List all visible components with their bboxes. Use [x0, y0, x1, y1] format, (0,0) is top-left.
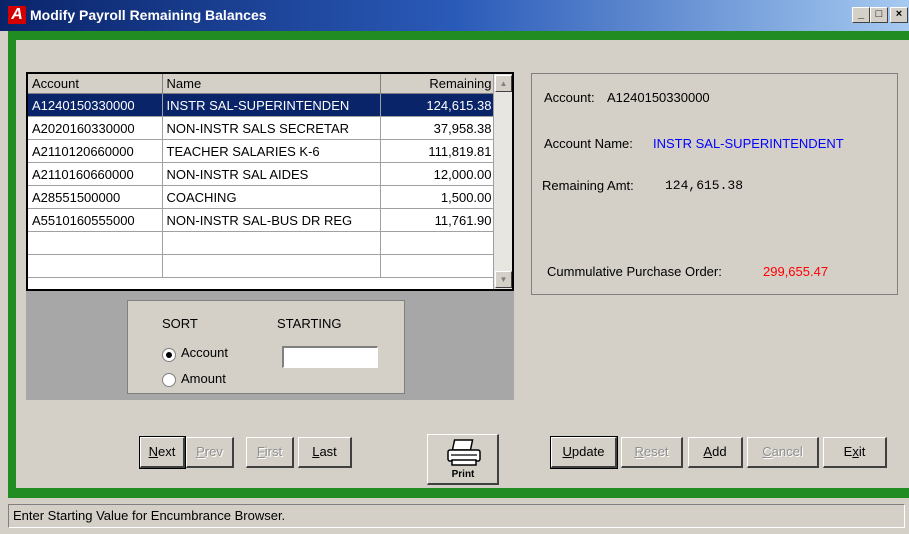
printer-icon	[447, 439, 481, 466]
cell-remaining	[380, 254, 497, 278]
column-header-remaining[interactable]: Remaining	[380, 74, 497, 94]
cancel-key: C	[762, 444, 772, 459]
prev-button[interactable]: Prev	[186, 437, 234, 468]
cell-remaining	[380, 231, 497, 255]
update-button[interactable]: Update	[550, 436, 618, 469]
close-button[interactable]: ×	[890, 7, 908, 23]
cancel-button[interactable]: Cancel	[747, 437, 819, 468]
reset-rest: eset	[643, 444, 669, 459]
cell-name: INSTR SAL-SUPERINTENDEN	[162, 93, 381, 117]
cell-remaining: 12,000.00	[380, 162, 497, 186]
exit-rest: it	[858, 444, 866, 459]
cell-account	[28, 254, 163, 278]
minimize-button[interactable]: _	[852, 7, 870, 23]
sort-account-radio[interactable]	[162, 348, 176, 362]
add-rest: dd	[712, 444, 727, 459]
prev-key: P	[196, 444, 205, 459]
cell-remaining: 111,819.81	[380, 139, 497, 163]
cell-account: A2110120660000	[28, 139, 163, 163]
print-label: Print	[451, 469, 475, 480]
sort-amount-radio[interactable]	[162, 373, 176, 387]
cell-remaining: 124,615.38	[380, 93, 497, 117]
table-row[interactable]: A2110160660000 NON-INSTR SAL AIDES 12,00…	[28, 162, 497, 186]
sort-label: SORT	[162, 316, 198, 331]
cell-account: A2110160660000	[28, 162, 163, 186]
first-rest: irst	[264, 444, 283, 459]
first-key: F	[256, 444, 265, 459]
cell-name: COACHING	[162, 185, 381, 209]
scroll-down-icon[interactable]: ▼	[495, 271, 512, 288]
table-row[interactable]: A1240150330000 INSTR SAL-SUPERINTENDEN 1…	[28, 93, 497, 117]
cell-remaining: 37,958.38	[380, 116, 497, 140]
first-button[interactable]: First	[246, 437, 294, 468]
last-button[interactable]: Last	[298, 437, 352, 468]
scroll-up-icon[interactable]: ▲	[495, 75, 512, 92]
cell-remaining: 11,761.90	[380, 208, 497, 232]
remaining-amt-label: Remaining Amt:	[542, 178, 634, 193]
last-rest: ast	[319, 444, 337, 459]
cell-name: NON-INSTR SAL-BUS DR REG	[162, 208, 381, 232]
account-label: Account:	[544, 90, 595, 105]
sort-account-label[interactable]: Account	[181, 345, 228, 360]
starting-label: STARTING	[277, 316, 342, 331]
cell-name: NON-INSTR SALS SECRETAR	[162, 116, 381, 140]
update-key: U	[562, 444, 572, 459]
next-key: N	[148, 444, 159, 459]
account-value: A1240150330000	[607, 90, 710, 105]
table-row[interactable]	[28, 254, 497, 278]
cell-account	[28, 231, 163, 255]
status-bar: Enter Starting Value for Encumbrance Bro…	[8, 504, 905, 528]
sort-amount-label[interactable]: Amount	[181, 371, 226, 386]
cell-account: A2020160330000	[28, 116, 163, 140]
exit-button[interactable]: Exit	[823, 437, 887, 468]
vertical-scrollbar[interactable]: ▲ ▼	[493, 74, 512, 289]
purchase-order-value: 299,655.47	[763, 264, 829, 279]
update-rest: pdate	[571, 444, 605, 459]
account-grid[interactable]: Account Name Remaining A1240150330000 IN…	[26, 72, 514, 291]
table-row[interactable]: A28551500000 COACHING 1,500.00	[28, 185, 497, 209]
add-key: A	[703, 444, 713, 459]
starting-value-input[interactable]	[282, 346, 378, 368]
account-name-label: Account Name:	[544, 136, 633, 151]
column-header-name[interactable]: Name	[162, 74, 381, 94]
app-icon: A	[8, 6, 26, 24]
remaining-amt-value: 124,615.38	[665, 178, 744, 193]
next-button[interactable]: Next	[139, 436, 186, 469]
cell-account: A1240150330000	[28, 93, 163, 117]
table-row[interactable]: A2110120660000 TEACHER SALARIES K-6 111,…	[28, 139, 497, 163]
cell-name: TEACHER SALARIES K-6	[162, 139, 381, 163]
print-button[interactable]: Print	[427, 434, 499, 485]
prev-rest: rev	[204, 444, 223, 459]
table-row[interactable]	[28, 231, 497, 255]
reset-button[interactable]: Reset	[621, 437, 683, 468]
maximize-button[interactable]: □	[870, 7, 888, 23]
add-button[interactable]: Add	[688, 437, 743, 468]
window-title: Modify Payroll Remaining Balances	[30, 7, 267, 23]
account-name-value: INSTR SAL-SUPERINTENDENT	[653, 136, 844, 151]
cell-account: A28551500000	[28, 185, 163, 209]
cell-name	[162, 254, 381, 278]
cell-name	[162, 231, 381, 255]
next-rest: ext	[158, 444, 176, 459]
reset-key: R	[634, 444, 644, 459]
cell-account: A5510160555000	[28, 208, 163, 232]
table-row[interactable]: A5510160555000 NON-INSTR SAL-BUS DR REG …	[28, 208, 497, 232]
cell-name: NON-INSTR SAL AIDES	[162, 162, 381, 186]
table-row[interactable]: A2020160330000 NON-INSTR SALS SECRETAR 3…	[28, 116, 497, 140]
account-details-panel: Account: A1240150330000 Account Name: IN…	[531, 73, 898, 295]
column-header-account[interactable]: Account	[28, 74, 163, 94]
cancel-rest: ancel	[771, 444, 803, 459]
title-bar: A Modify Payroll Remaining Balances _ □ …	[0, 0, 909, 31]
purchase-order-label: Cummulative Purchase Order:	[547, 264, 722, 279]
sort-panel: SORT STARTING Account Amount	[127, 300, 405, 394]
cell-remaining: 1,500.00	[380, 185, 497, 209]
